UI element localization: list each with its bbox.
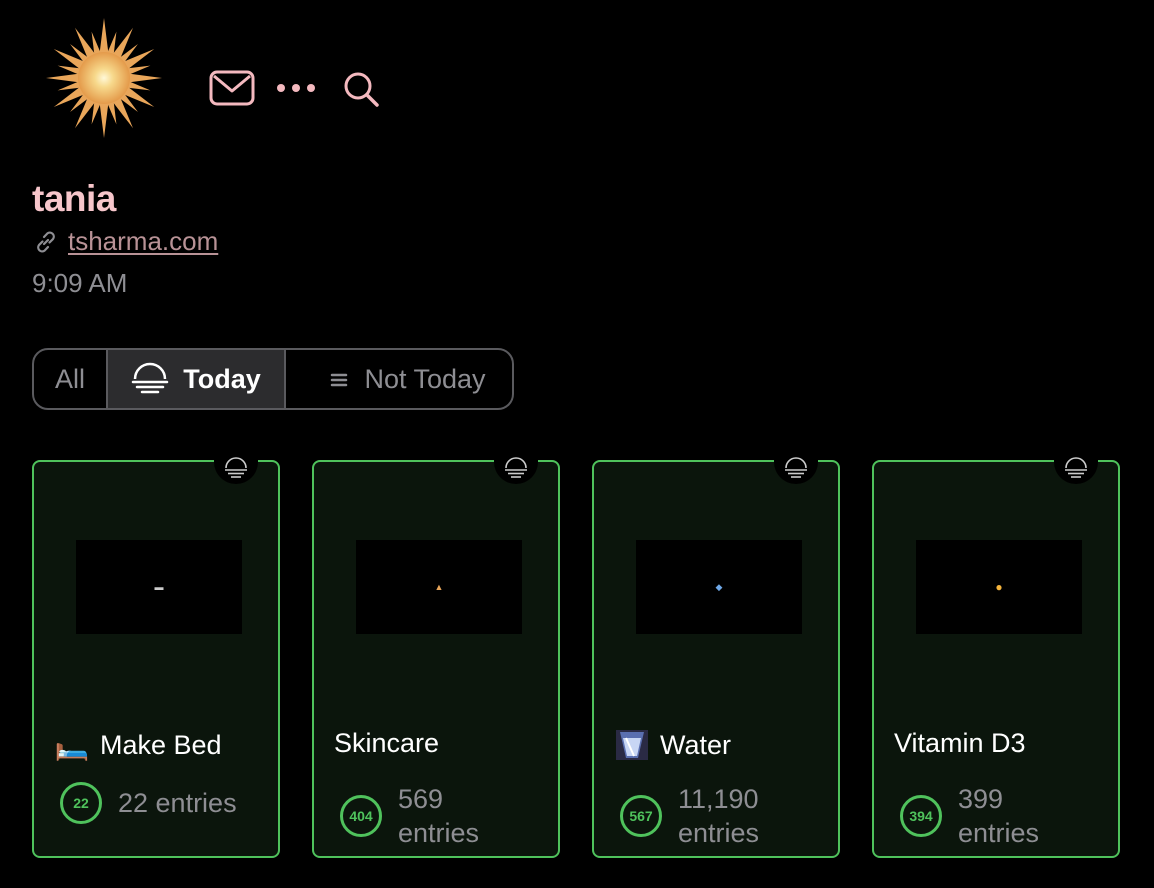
sun-avatar-icon[interactable] — [44, 16, 164, 140]
habit-title: Make Bed — [100, 729, 222, 760]
filter-all[interactable]: All — [34, 350, 108, 408]
streak-ring: 567 — [620, 795, 662, 837]
filter-all-label: All — [54, 363, 85, 394]
habit-entries: 11,190 entries — [678, 784, 760, 848]
water-glass-icon — [616, 730, 648, 760]
filter-not-today[interactable]: Not Today — [286, 350, 512, 408]
habit-title-row: Vitamin D3 — [894, 728, 1108, 759]
habit-stats: 22 22 entries — [60, 782, 237, 824]
sunrise-icon — [225, 457, 247, 478]
profile-link-row[interactable]: tsharma.com — [32, 226, 218, 257]
habit-card-skincare[interactable]: ▲ Skincare 404 569 entries — [312, 448, 560, 858]
sunrise-icon — [1065, 457, 1087, 478]
lotion-icon: ▲ — [434, 582, 444, 592]
streak-ring: 22 — [60, 782, 102, 824]
habit-thumbnail: ◆ — [636, 540, 802, 634]
profile-link[interactable]: tsharma.com — [68, 226, 218, 257]
card-badge — [1054, 448, 1098, 484]
profile-name: tania — [32, 178, 116, 219]
search-icon[interactable] — [342, 70, 380, 108]
habit-stats: 404 569 entries — [340, 782, 498, 850]
habit-title: Vitamin D3 — [894, 728, 1026, 758]
link-icon — [37, 231, 55, 252]
more-icon[interactable] — [276, 80, 316, 96]
habit-entries: 569 entries — [398, 784, 480, 848]
habit-card-make-bed[interactable]: ▬ 🛏️ Make Bed 22 22 entries — [32, 448, 280, 858]
habit-card-water[interactable]: ◆ Water 567 11,190 entries — [592, 448, 840, 858]
habit-title-row: Water — [614, 728, 828, 762]
pill-icon: ● — [995, 580, 1003, 594]
filter-today-label: Today — [183, 363, 261, 394]
filter-not-today-label: Not Today — [364, 363, 486, 394]
habit-stats: 394 399 entries — [900, 782, 1058, 850]
habit-thumbnail: ▬ — [76, 540, 242, 634]
habit-entries: 399 entries — [958, 784, 1040, 848]
habit-stats: 567 11,190 entries — [620, 782, 778, 850]
card-badge — [494, 448, 538, 484]
filter-today[interactable]: Today — [108, 350, 286, 408]
bed-icon: ▬ — [154, 582, 164, 592]
moon-icon — [316, 365, 348, 393]
habit-title-row: 🛏️ Make Bed — [54, 728, 268, 762]
filter-segmented-control: All Today Not Today — [32, 348, 514, 410]
habit-thumbnail: ● — [916, 540, 1082, 634]
habit-title-row: Skincare — [334, 728, 548, 759]
card-badge — [214, 448, 258, 484]
habit-card-vitamin-d3[interactable]: ● Vitamin D3 394 399 entries — [872, 448, 1120, 858]
card-badge — [774, 448, 818, 484]
habit-title: Skincare — [334, 728, 440, 758]
bed-icon: 🛏️ — [54, 729, 90, 761]
sunrise-icon — [131, 362, 169, 394]
habit-entries: 22 entries — [118, 788, 237, 818]
sunrise-icon — [505, 457, 527, 478]
streak-ring: 404 — [340, 795, 382, 837]
sunrise-icon — [785, 457, 807, 478]
habit-title: Water — [660, 729, 732, 760]
water-drop-icon: ◆ — [715, 581, 723, 592]
local-time: 9:09 AM — [32, 268, 128, 298]
streak-ring: 394 — [900, 795, 942, 837]
mail-icon[interactable] — [209, 70, 255, 106]
habit-thumbnail: ▲ — [356, 540, 522, 634]
